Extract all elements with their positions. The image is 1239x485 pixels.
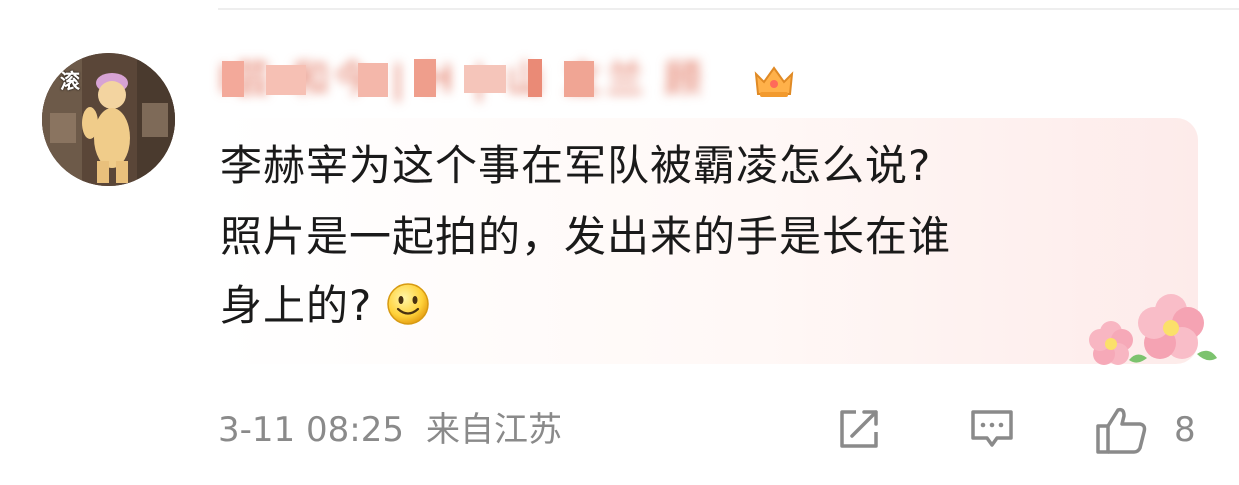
mosaic-block [464,65,506,93]
mosaic-block [564,61,594,97]
comment-icon [971,410,1013,447]
mosaic-block [414,59,436,97]
mosaic-block [222,61,244,97]
mosaic-block [266,65,306,95]
comment-text-line-1: 李赫宰为这个事在军队被霸凌怎么说? [220,141,932,190]
username[interactable]: I芸 和今 | H | 山 立兰 顾 [218,55,748,103]
location: 来自江苏 [425,410,562,450]
comment-text-line-2: 照片是一起拍的，发出来的手是长在谁 [220,212,952,261]
like-button[interactable]: 8 [1094,404,1204,454]
cherry-blossom-icon [1085,288,1223,370]
share-button[interactable] [834,404,884,454]
vip-crown-icon[interactable] [752,62,796,100]
comment-text-line-3-text: 身上的? [220,281,373,330]
smiley-face-icon [387,283,430,325]
mosaic-block [358,63,388,97]
share-icon [840,410,878,448]
thumbs-up-icon [1096,407,1147,454]
comment-button[interactable] [967,404,1017,454]
comment-meta: 3-11 08:25 来自江苏 [218,405,584,455]
timestamp: 3-11 08:25 [218,410,404,450]
top-divider [218,8,1239,10]
mosaic-block [528,59,542,97]
like-count: 8 [1174,410,1196,450]
avatar-label: 滚 [60,69,80,93]
comment-text-line-3: 身上的? [220,276,430,336]
avatar[interactable]: 滚 [42,53,175,186]
